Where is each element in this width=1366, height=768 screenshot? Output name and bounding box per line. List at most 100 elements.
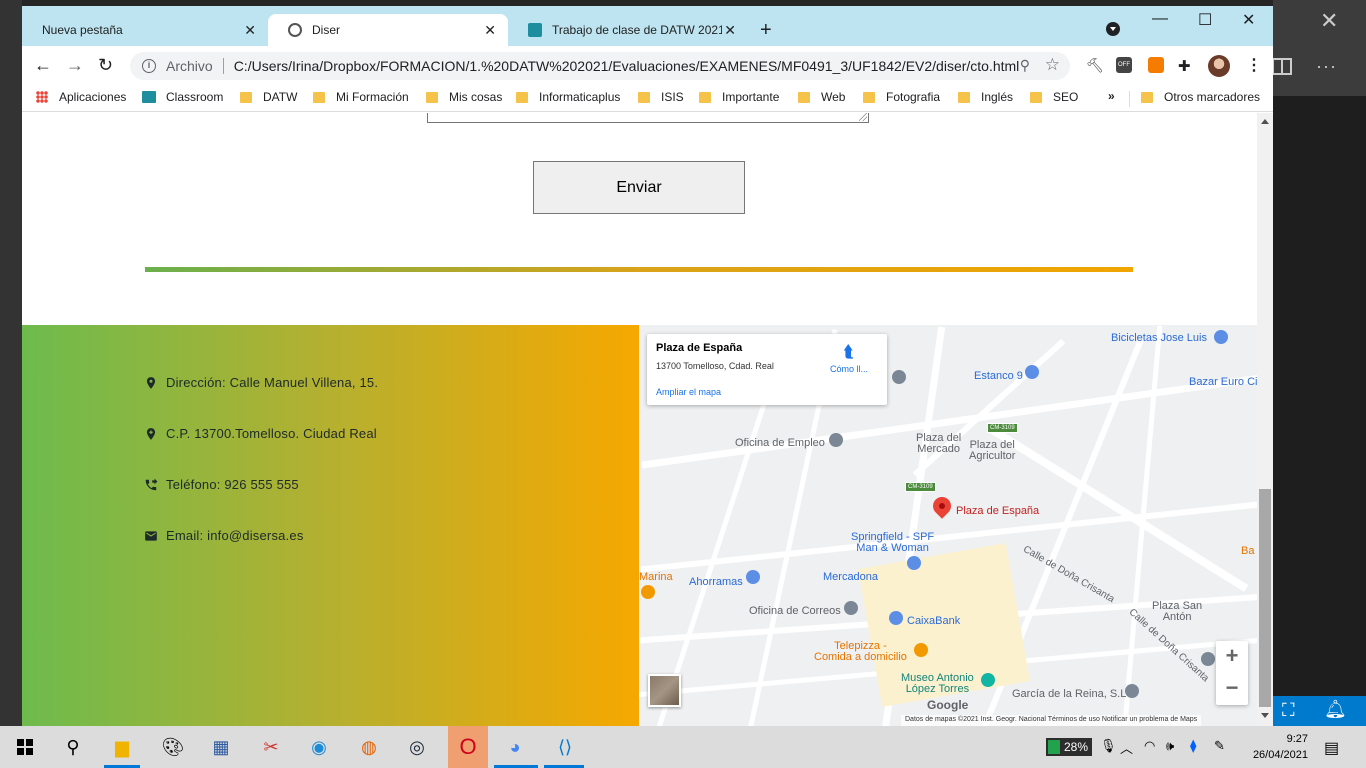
shop-pin-icon[interactable] [1025, 365, 1039, 379]
bookmark-fotografia[interactable]: Fotografia [863, 90, 940, 104]
submit-button[interactable]: Enviar [533, 161, 745, 214]
battery-indicator[interactable]: 28% [1046, 738, 1092, 756]
steam-icon[interactable]: ◎ [404, 734, 430, 760]
map-place-plaza-agricultor[interactable]: Plaza del Agricultor [969, 440, 1015, 462]
clock[interactable]: 9:27 26/04/2021 [1248, 731, 1308, 763]
bookmark-mis-cosas[interactable]: Mis cosas [426, 90, 502, 104]
plaza-espana-marker-icon[interactable] [929, 493, 955, 519]
edge-icon[interactable]: ◉ [306, 734, 332, 760]
map-place-ahorramas[interactable]: Ahorramas [689, 576, 743, 588]
vscode-more-icon[interactable]: ··· [1316, 56, 1337, 77]
map-place-correos[interactable]: Oficina de Correos [749, 605, 841, 617]
chrome-icon[interactable]: ◕ [502, 734, 528, 760]
extension-orange-icon[interactable] [1148, 57, 1164, 73]
google-map[interactable]: Bicicletas Jose Luis Estanco 9 Bazar Eur… [639, 325, 1257, 726]
back-icon[interactable]: ← [34, 55, 52, 76]
volume-icon[interactable]: 🕪︎ [1166, 738, 1174, 754]
bookmark-informaticaplus[interactable]: Informaticaplus [516, 90, 620, 104]
dropbox-icon[interactable]: ⧫ [1190, 738, 1196, 754]
notifications-icon[interactable]: ▤ [1324, 738, 1339, 758]
wifi-icon[interactable]: ◠ [1144, 738, 1155, 754]
mic-icon[interactable]: 🎙︎ [1100, 738, 1117, 754]
bookmark-importante[interactable]: Importante [699, 90, 779, 104]
generic-pin-icon[interactable] [1125, 684, 1139, 698]
map-directions-label[interactable]: Cómo ll... [830, 364, 868, 374]
bank-pin-icon[interactable] [889, 611, 903, 625]
generic-pin-icon[interactable] [892, 370, 906, 384]
satellite-toggle[interactable] [648, 674, 681, 707]
bookmark-mi-formacion[interactable]: Mi Formación [313, 90, 409, 104]
extensions-puzzle-icon[interactable]: ✚ [1178, 57, 1194, 75]
firefox-icon[interactable]: ◍ [356, 734, 382, 760]
bookmark-otros-marcadores[interactable]: Otros marcadores [1141, 90, 1260, 104]
chevron-up-icon[interactable]: ︿ [1120, 738, 1133, 757]
restaurant-pin-icon[interactable] [914, 643, 928, 657]
map-place-plaza-anton[interactable]: Plaza San Antón [1152, 601, 1202, 623]
zoom-in-button[interactable]: + [1216, 641, 1248, 673]
zoom-icon[interactable]: ⚲ [1020, 57, 1030, 74]
snipping-tool-icon[interactable]: ✂ [258, 734, 284, 760]
map-place-bicicletas[interactable]: Bicicletas Jose Luis [1111, 332, 1207, 344]
vscode-bell-icon[interactable]: 🔔︎ [1324, 699, 1347, 720]
contact-email-text[interactable]: Email: info@disersa.es [166, 528, 304, 543]
paint-icon[interactable]: 🎨︎ [160, 734, 186, 760]
zoom-out-button[interactable]: − [1216, 673, 1248, 705]
map-place-mercadona[interactable]: Mercadona [823, 571, 878, 583]
info-icon[interactable]: i [142, 59, 156, 73]
tab-close-icon[interactable]: ✕ [722, 22, 736, 39]
map-place-museo[interactable]: Museo Antonio López Torres [901, 673, 974, 695]
scroll-thumb[interactable] [1259, 489, 1271, 707]
map-place-garcia[interactable]: García de la Reina, S.L [1012, 688, 1126, 700]
scroll-up-icon[interactable] [1261, 119, 1269, 124]
map-place-oficina-empleo[interactable]: Oficina de Empleo [735, 437, 825, 449]
vscode-close-icon[interactable]: ✕ [1320, 8, 1338, 34]
vscode-remote-icon[interactable]: ⛶ [1282, 700, 1295, 721]
map-place-bazar[interactable]: Bazar Euro Ci [1189, 376, 1257, 388]
address-bar[interactable]: i Archivo C:/Users/Irina/Dropbox/FORMACI… [130, 52, 1070, 80]
bookmark-aplicaciones[interactable]: Aplicaciones [36, 90, 126, 104]
shop-pin-icon[interactable] [907, 556, 921, 570]
opera-icon[interactable]: O [448, 726, 488, 768]
message-textarea[interactable] [427, 113, 869, 123]
office-pin-icon[interactable] [829, 433, 843, 447]
tab-close-icon[interactable]: ✕ [244, 22, 256, 39]
profile-avatar[interactable] [1208, 55, 1230, 77]
vscode-split-editor-icon[interactable] [1272, 58, 1292, 75]
resize-grip[interactable] [859, 113, 867, 121]
bookmark-seo[interactable]: SEO [1030, 90, 1078, 104]
restaurant-pin-icon[interactable] [641, 585, 655, 599]
bookmark-isis[interactable]: ISIS [638, 90, 684, 104]
shop-pin-icon[interactable] [1214, 330, 1228, 344]
map-place-springfield[interactable]: Springfield - SPF Man & Woman [851, 532, 934, 554]
office-pin-icon[interactable] [844, 601, 858, 615]
extension-tool-icon[interactable]: 🔨︎ [1086, 57, 1104, 73]
page-scrollbar[interactable] [1257, 113, 1273, 726]
reload-icon[interactable]: ↻ [98, 55, 113, 76]
map-place-plaza-mercado[interactable]: Plaza del Mercado [916, 433, 961, 455]
calculator-icon[interactable]: ▦ [208, 734, 234, 760]
extension-off-icon[interactable]: OFF [1116, 57, 1132, 73]
map-place-ba[interactable]: Ba [1241, 545, 1254, 557]
generic-pin-icon[interactable] [1201, 652, 1215, 666]
museum-pin-icon[interactable] [981, 673, 995, 687]
address-url[interactable]: C:/Users/Irina/Dropbox/FORMACION/1.%20DA… [234, 58, 1020, 74]
file-explorer-icon[interactable]: ▆ [109, 734, 135, 760]
tab-close-icon[interactable]: ✕ [484, 22, 496, 39]
map-place-estanco[interactable]: Estanco 9 [974, 370, 1023, 382]
directions-icon[interactable]: ⮬ [844, 344, 860, 361]
maximize-icon[interactable]: ☐ [1198, 10, 1212, 30]
pen-icon[interactable]: ✎ [1214, 738, 1225, 754]
map-marker-label[interactable]: Plaza de España [956, 505, 1039, 517]
minimize-icon[interactable]: — [1152, 10, 1168, 28]
search-icon[interactable]: ⚲ [60, 734, 86, 760]
bookmark-classroom[interactable]: Classroom [142, 90, 223, 104]
new-tab-button[interactable]: + [760, 19, 772, 42]
map-place-caixabank[interactable]: CaixaBank [907, 615, 960, 627]
forward-icon[interactable]: → [66, 55, 84, 76]
shop-pin-icon[interactable] [746, 570, 760, 584]
windows-start-icon[interactable] [12, 734, 38, 760]
tab-search-icon[interactable] [1106, 22, 1120, 36]
tab-classroom[interactable]: Trabajo de clase de DATW 2021 ✕ [508, 14, 748, 46]
tab-new-tab[interactable]: Nueva pestaña ✕ [22, 14, 268, 46]
map-card-link[interactable]: Ampliar el mapa [656, 387, 721, 397]
